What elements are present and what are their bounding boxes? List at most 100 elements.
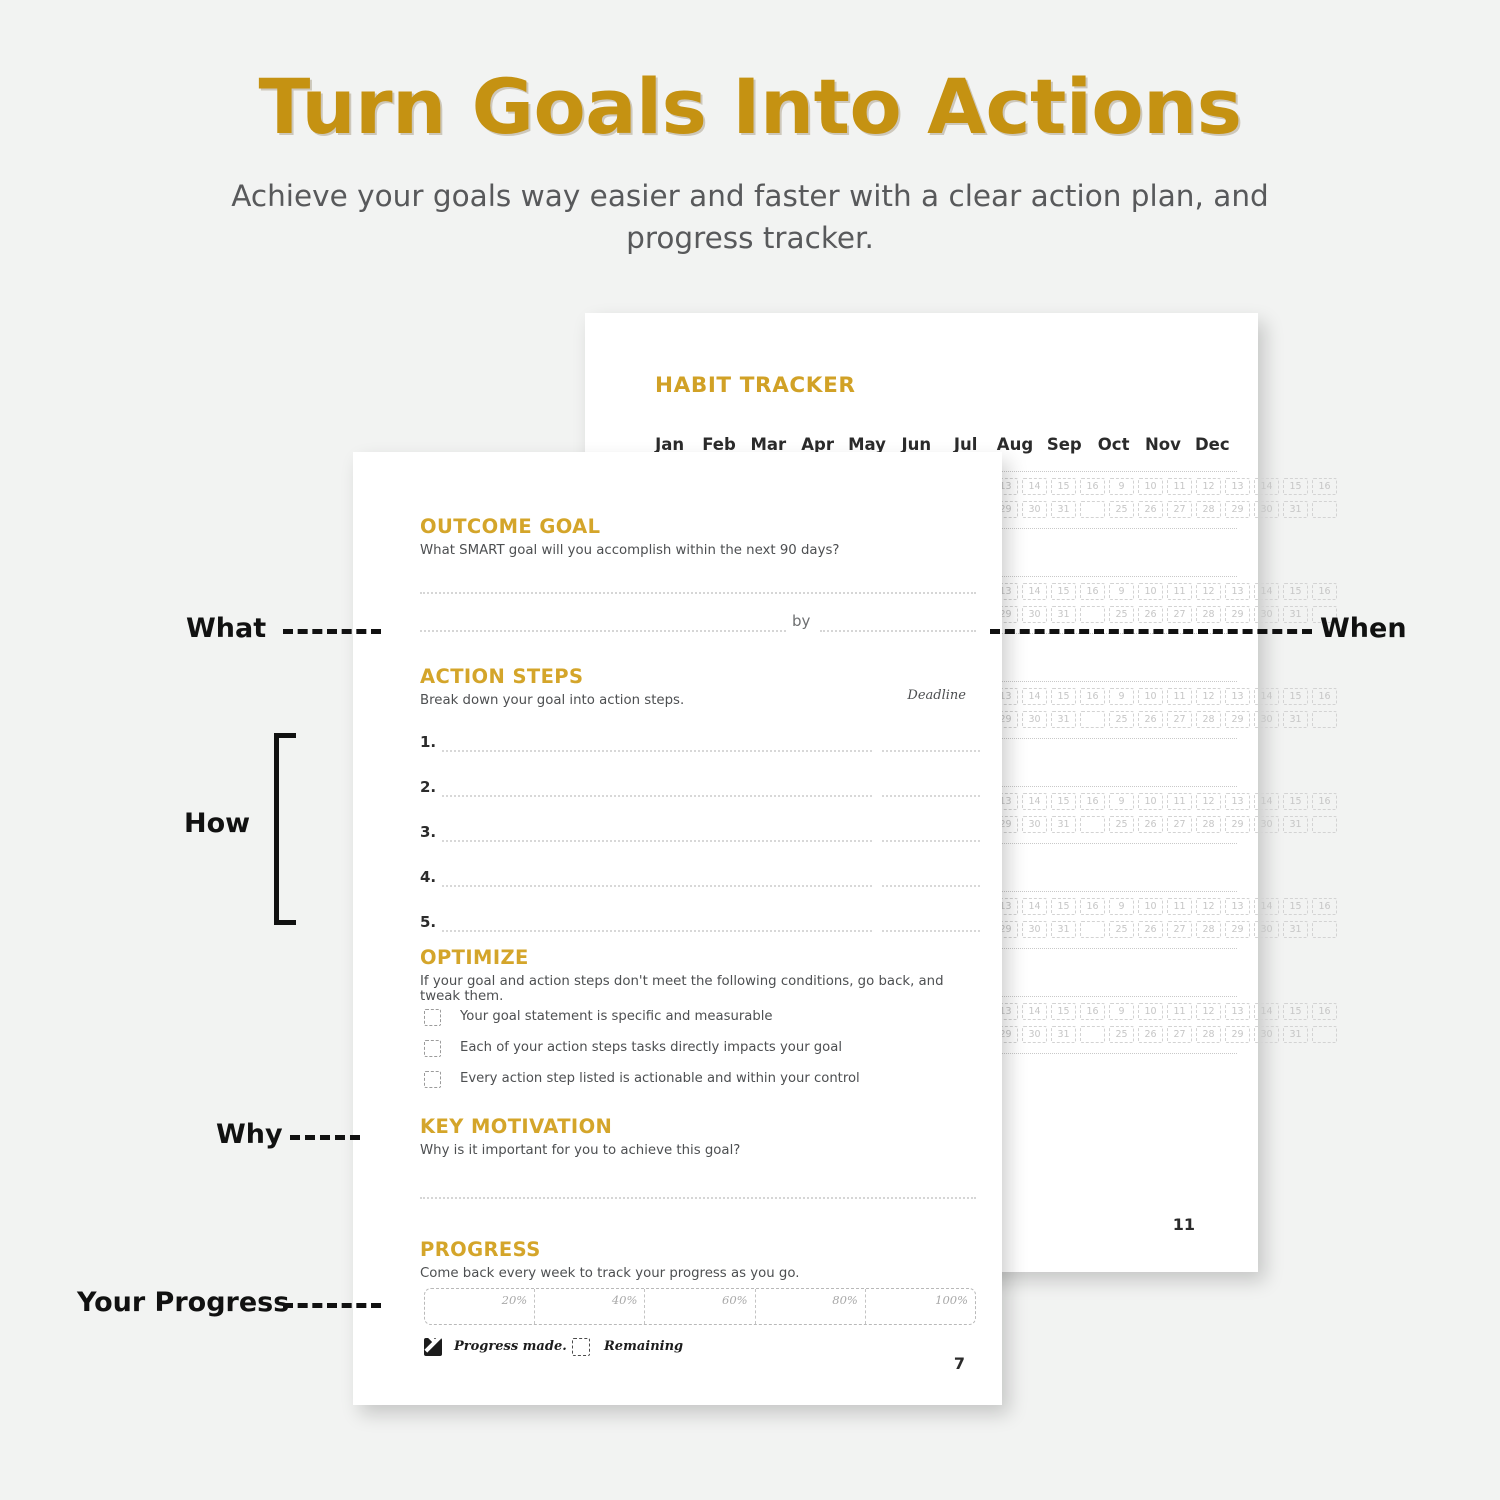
habit-day-cell[interactable]: 29 [1225,921,1250,938]
habit-day-cell[interactable] [1080,1026,1105,1043]
habit-day-cell[interactable]: 27 [1167,921,1192,938]
habit-day-cell[interactable]: 26 [1138,816,1163,833]
habit-day-cell[interactable]: 14 [1254,688,1279,705]
habit-day-cell[interactable]: 30 [1022,816,1047,833]
habit-day-cell[interactable]: 27 [1167,1026,1192,1043]
habit-day-cell[interactable]: 31 [1283,606,1308,623]
habit-day-cell[interactable]: 30 [1022,1026,1047,1043]
action-step-input-line[interactable] [442,885,872,887]
habit-day-cell[interactable] [1312,711,1337,728]
habit-day-cell[interactable] [1312,816,1337,833]
habit-day-cell[interactable]: 14 [1022,583,1047,600]
habit-day-cell[interactable]: 31 [1051,1026,1076,1043]
habit-day-cell[interactable]: 28 [1196,711,1221,728]
habit-day-cell[interactable]: 26 [1138,501,1163,518]
progress-tracker-bar[interactable]: 20% 40% 60% 80% 100% [424,1288,976,1325]
habit-day-cell[interactable]: 29 [1225,501,1250,518]
habit-day-cell[interactable]: 11 [1167,583,1192,600]
action-step-deadline-line[interactable] [882,885,980,887]
habit-day-cell[interactable]: 14 [1022,688,1047,705]
habit-day-cell[interactable]: 25 [1109,501,1134,518]
habit-day-cell[interactable]: 16 [1080,478,1105,495]
habit-day-cell[interactable]: 30 [1254,711,1279,728]
action-step-deadline-line[interactable] [882,930,980,932]
habit-day-cell[interactable]: 14 [1022,478,1047,495]
action-step-row[interactable]: 2. [420,778,980,800]
habit-day-cell[interactable]: 12 [1196,898,1221,915]
habit-day-cell[interactable]: 14 [1254,583,1279,600]
habit-day-cell[interactable]: 27 [1167,606,1192,623]
habit-day-cell[interactable]: 15 [1283,1003,1308,1020]
habit-day-cell[interactable]: 10 [1138,688,1163,705]
habit-day-cell[interactable]: 16 [1312,1003,1337,1020]
progress-segment[interactable]: 40% [535,1289,646,1324]
optimize-checklist-item[interactable]: Your goal statement is specific and meas… [424,1008,980,1030]
habit-day-cell[interactable]: 15 [1283,898,1308,915]
optimize-checklist-item[interactable]: Each of your action steps tasks directly… [424,1039,980,1061]
progress-segment[interactable]: 60% [645,1289,756,1324]
outcome-goal-page[interactable]: OUTCOME GOAL What SMART goal will you ac… [353,452,1002,1405]
habit-day-cell[interactable]: 13 [1225,898,1250,915]
habit-day-cell[interactable]: 16 [1312,688,1337,705]
habit-day-cell[interactable]: 25 [1109,606,1134,623]
habit-day-cell[interactable]: 31 [1283,921,1308,938]
habit-day-cell[interactable]: 12 [1196,1003,1221,1020]
habit-day-cell[interactable]: 16 [1080,688,1105,705]
habit-day-cell[interactable]: 25 [1109,921,1134,938]
habit-day-cell[interactable]: 14 [1254,793,1279,810]
habit-day-cell[interactable]: 11 [1167,478,1192,495]
key-motivation-input-line[interactable] [420,1197,976,1199]
habit-day-cell[interactable]: 13 [1225,583,1250,600]
habit-day-cell[interactable] [1080,711,1105,728]
habit-day-cell[interactable]: 28 [1196,501,1221,518]
habit-day-cell[interactable]: 16 [1312,478,1337,495]
habit-day-cell[interactable]: 25 [1109,711,1134,728]
habit-day-cell[interactable]: 12 [1196,793,1221,810]
habit-day-cell[interactable]: 30 [1254,501,1279,518]
habit-day-cell[interactable]: 28 [1196,921,1221,938]
habit-day-cell[interactable]: 27 [1167,816,1192,833]
habit-day-cell[interactable]: 13 [1225,793,1250,810]
habit-day-cell[interactable]: 12 [1196,688,1221,705]
action-step-input-line[interactable] [442,795,872,797]
habit-day-cell[interactable] [1080,606,1105,623]
action-step-row[interactable]: 5. [420,913,980,935]
habit-day-cell[interactable]: 28 [1196,606,1221,623]
habit-day-cell[interactable] [1080,921,1105,938]
habit-day-cell[interactable]: 28 [1196,1026,1221,1043]
habit-day-cell[interactable]: 12 [1196,583,1221,600]
habit-day-cell[interactable]: 30 [1254,606,1279,623]
action-step-input-line[interactable] [442,930,872,932]
habit-day-cell[interactable]: 15 [1283,688,1308,705]
habit-day-cell[interactable]: 26 [1138,606,1163,623]
habit-day-cell[interactable]: 12 [1196,478,1221,495]
action-step-input-line[interactable] [442,840,872,842]
habit-day-cell[interactable]: 14 [1254,898,1279,915]
habit-day-cell[interactable]: 30 [1254,1026,1279,1043]
habit-day-cell[interactable]: 29 [1225,711,1250,728]
habit-day-cell[interactable]: 15 [1051,688,1076,705]
habit-day-cell[interactable]: 25 [1109,816,1134,833]
habit-day-cell[interactable]: 31 [1051,921,1076,938]
habit-day-cell[interactable]: 27 [1167,501,1192,518]
habit-day-cell[interactable]: 10 [1138,1003,1163,1020]
habit-day-cell[interactable]: 13 [1225,1003,1250,1020]
habit-day-cell[interactable]: 31 [1051,606,1076,623]
habit-day-cell[interactable]: 16 [1080,583,1105,600]
outcome-goal-input-line-1[interactable] [420,592,976,594]
habit-day-cell[interactable] [1080,816,1105,833]
habit-day-cell[interactable]: 9 [1109,583,1134,600]
habit-day-cell[interactable]: 9 [1109,793,1134,810]
habit-day-cell[interactable]: 15 [1283,583,1308,600]
habit-day-cell[interactable]: 15 [1051,898,1076,915]
habit-day-cell[interactable]: 15 [1051,583,1076,600]
habit-day-cell[interactable]: 11 [1167,898,1192,915]
habit-day-cell[interactable]: 25 [1109,1026,1134,1043]
habit-day-cell[interactable]: 14 [1022,898,1047,915]
habit-day-cell[interactable]: 10 [1138,583,1163,600]
habit-day-cell[interactable]: 29 [1225,816,1250,833]
habit-day-cell[interactable]: 15 [1051,1003,1076,1020]
habit-day-cell[interactable]: 31 [1051,711,1076,728]
habit-day-cell[interactable]: 16 [1080,1003,1105,1020]
habit-day-cell[interactable]: 11 [1167,1003,1192,1020]
